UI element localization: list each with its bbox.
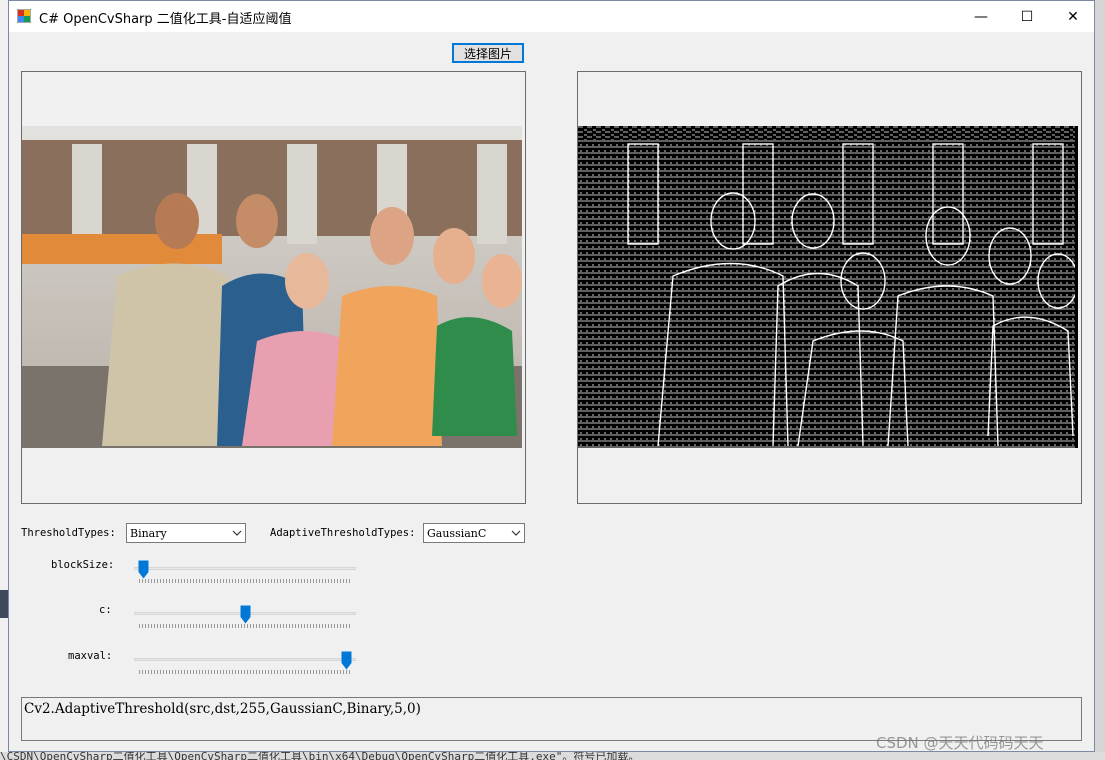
chevron-down-icon [228,524,245,542]
blocksize-label: blockSize: [51,559,115,571]
slider-ticks [139,579,351,583]
slider-track [134,658,356,661]
title-bar[interactable]: C# OpenCvSharp 二值化工具-自适应阈值 — ☐ ✕ [9,1,1094,32]
select-image-button[interactable]: 选择图片 [452,43,524,63]
slider-thumb[interactable] [240,605,251,624]
c-label: c: [99,604,112,616]
blocksize-slider[interactable] [134,560,356,588]
background-ide-stripe [0,590,8,618]
source-image [22,126,522,448]
source-image-box[interactable] [21,71,526,504]
adaptive-types-label: AdaptiveThresholdTypes: [270,527,416,539]
adaptive-types-select[interactable]: GaussianC [423,523,525,543]
result-image [578,126,1078,448]
close-button[interactable]: ✕ [1050,1,1096,32]
maxval-slider[interactable] [134,651,356,679]
slider-ticks [139,624,351,628]
chevron-down-icon [507,524,524,542]
maximize-button[interactable]: ☐ [1004,1,1050,32]
background-output-line: \CSDN\OpenCvSharp二值化工具\OpenCvSharp二值化工具\… [0,752,1105,760]
maximize-icon: ☐ [1020,8,1034,25]
threshold-types-label: ThresholdTypes: [21,527,116,539]
slider-track [134,567,356,570]
watermark: CSDN @天天代码码天天 [876,734,1044,752]
minimize-icon: — [974,8,988,25]
background-ide-edge [1095,0,1105,760]
app-window: C# OpenCvSharp 二值化工具-自适应阈值 — ☐ ✕ 选择图片 Th… [8,0,1095,752]
slider-ticks [139,670,351,674]
maxval-label: maxval: [68,650,113,662]
slider-thumb[interactable] [341,651,352,670]
command-text: Cv2.AdaptiveThreshold(src,dst,255,Gaussi… [24,701,421,717]
close-icon: ✕ [1067,8,1079,25]
background-status-text: \CSDN\OpenCvSharp二值化工具\OpenCvSharp二值化工具\… [0,752,640,760]
slider-thumb[interactable] [138,560,149,579]
window-title: C# OpenCvSharp 二值化工具-自适应阈值 [39,12,292,27]
result-image-box[interactable] [577,71,1082,504]
app-icon [17,9,31,23]
c-slider[interactable] [134,605,356,633]
threshold-types-value: Binary [130,527,167,540]
adaptive-types-value: GaussianC [427,527,487,540]
minimize-button[interactable]: — [958,1,1004,32]
threshold-types-select[interactable]: Binary [126,523,246,543]
